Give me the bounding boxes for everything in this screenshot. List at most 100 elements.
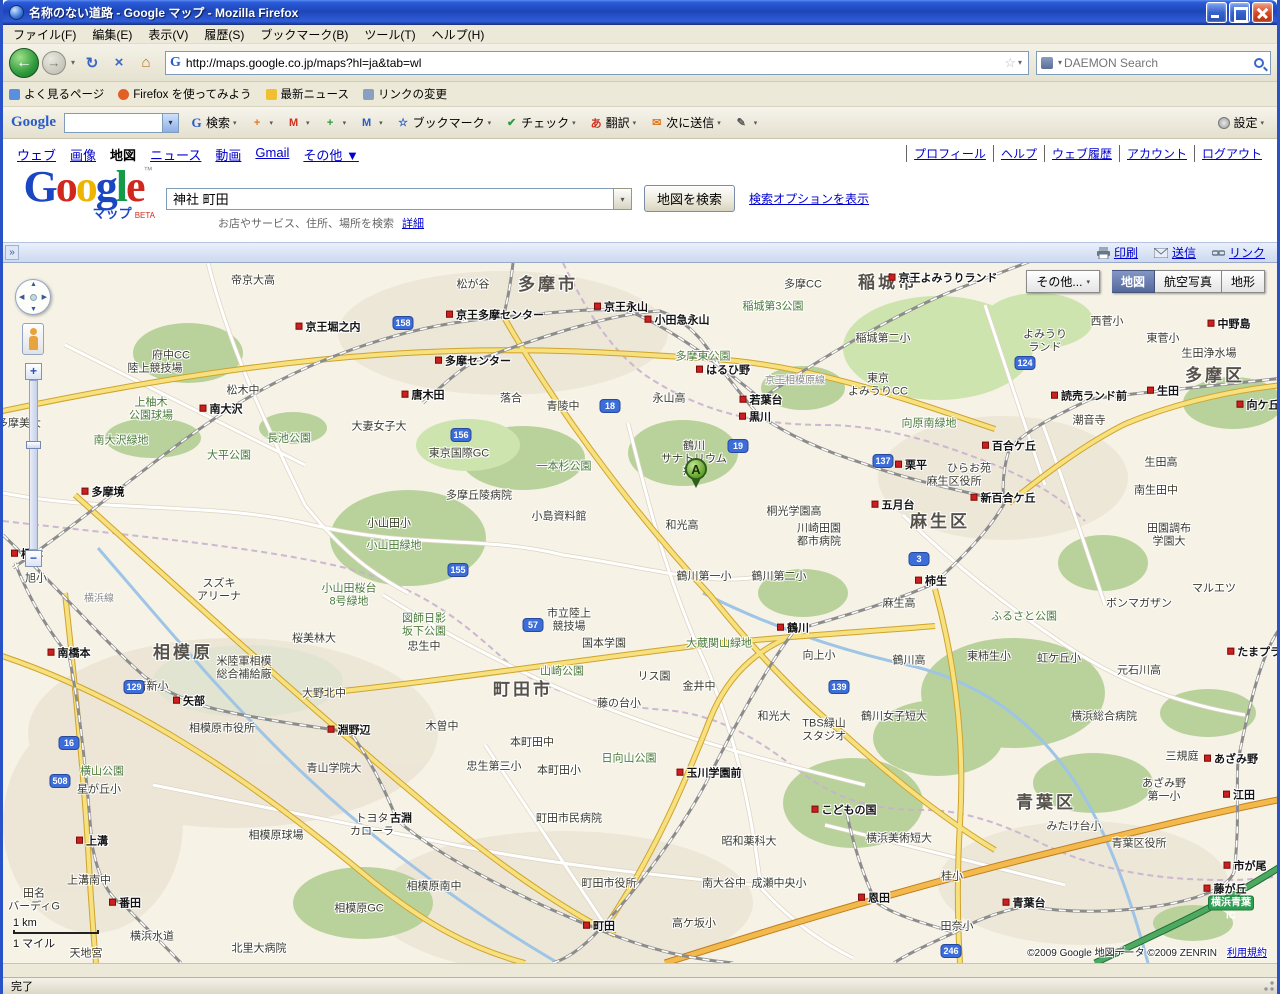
search-history-dropdown-icon[interactable]: ▾ [614,187,632,210]
map-action-bar: » 印刷 送信 リンク [3,242,1277,263]
account-link[interactable]: プロフィール [906,145,993,162]
browser-search-box: ▾ [1036,50,1271,75]
toolbar-button-icon: M [361,116,372,129]
minimize-button[interactable] [1206,2,1227,23]
scale-miles: 1 マイル [13,938,56,950]
more-layers-button[interactable]: その他... ▾ [1026,270,1100,293]
account-link[interactable]: アカウント [1118,145,1194,162]
pan-left-icon[interactable]: ◀ [19,293,24,301]
page-header: ウェブ 画像 地図 ニュース 動画 Gmail その他 ▼ プロフィール ヘルプ ウェブ履歴 アカ… [3,139,1277,242]
close-button[interactable] [1252,2,1273,23]
menu-item[interactable]: ツール(T) [356,24,423,45]
bookmark-label: リンクの変更 [377,89,447,101]
service-link[interactable]: ニュース [150,145,201,164]
scale-km: 1 km [13,917,37,929]
menu-item[interactable]: ヘルプ(H) [424,24,493,45]
service-link[interactable]: Gmail [255,145,289,164]
envelope-icon [1153,247,1168,258]
terrain-view-button[interactable]: 地形 [1221,270,1265,293]
print-link[interactable]: 印刷 [1096,244,1138,261]
engine-dropdown-icon[interactable]: ▾ [1056,58,1064,67]
zoom-out-button[interactable]: − [25,550,42,567]
toolbar-button[interactable]: あ 翻訳 ▾ [585,111,642,134]
map-view-button[interactable]: 地図 [1111,270,1155,293]
chain-icon [1211,249,1225,256]
map-type-controls: その他... ▾ 地図 航空写真 地形 [1026,270,1265,293]
url-dropdown-icon[interactable]: ▾ [1016,58,1024,67]
zoom-in-button[interactable]: + [25,363,42,380]
search-maps-button[interactable]: 地図を検索 [644,185,736,212]
map-canvas[interactable]: 多摩市稲城市多摩区麻生区町田市青葉区相模原橋本多摩境南大沢京王堀之内京王多摩セン… [3,263,1277,963]
zoom-slider-handle[interactable] [26,441,41,449]
pan-control[interactable]: ▲ ▼ ◀ ▶ [15,279,51,315]
search-options-link[interactable]: 検索オプションを表示 [749,190,869,207]
zoom-slider-track[interactable] [26,380,41,550]
search-engine-icon[interactable] [1041,56,1053,69]
service-link[interactable]: その他 ▼ [303,145,358,164]
pan-up-icon[interactable]: ▲ [30,281,37,288]
expand-panel-button[interactable]: » [5,245,19,260]
toolbar-button-icon: あ [590,117,602,130]
maximize-button[interactable] [1229,2,1250,23]
account-link[interactable]: ウェブ履歴 [1043,145,1119,162]
home-button[interactable]: ⌂ [134,51,158,75]
map-marker-a[interactable]: A [685,458,707,488]
bookmark-item[interactable]: よく見るページ [9,86,104,102]
toolbar-button[interactable]: + ▾ [246,114,279,132]
toolbar-button[interactable]: ✉ 次に送信 ▾ [645,111,726,134]
chevron-down-icon: ▾ [342,119,347,127]
url-bar: G ☆ ▾ [165,50,1029,75]
bookmark-icon [265,88,277,100]
search-go-icon[interactable] [1254,57,1264,68]
account-link[interactable]: ログアウト [1193,145,1269,162]
map-scale: 1 km 1 マイル [13,917,99,951]
menu-item[interactable]: 表示(V) [140,24,196,45]
stop-button[interactable]: × [107,51,131,75]
toolbar-button[interactable]: G 検索 ▾ [185,111,242,134]
chevron-down-icon: ▾ [1086,278,1090,286]
satellite-view-button[interactable]: 航空写真 [1154,270,1222,293]
menu-item[interactable]: ファイル(F) [5,24,84,45]
chevron-down-icon: ▾ [487,119,492,127]
toolbar-button[interactable]: + ▾ [319,114,352,132]
scale-bar [13,930,99,934]
bookmark-star-icon[interactable]: ☆ [1004,55,1016,71]
toolbar-button[interactable]: M ▾ [282,114,315,132]
maps-search-input[interactable] [166,187,614,210]
zoom-control: + − [25,363,42,567]
toolbar-settings-button[interactable]: 設定 ▾ [1213,111,1269,134]
toolbar-button[interactable]: ✎ ▾ [730,113,763,132]
resize-grip[interactable] [1263,980,1275,992]
menu-item[interactable]: ブックマーク(B) [252,24,356,45]
link-link[interactable]: リンク [1211,244,1265,261]
terms-link[interactable]: 利用規約 [1227,948,1267,959]
send-link[interactable]: 送信 [1153,244,1196,261]
chevron-down-icon: ▾ [572,119,576,127]
toolbar-search-dropdown-icon[interactable]: ▾ [162,113,178,132]
street-view-pegman[interactable] [22,323,44,355]
menu-item[interactable]: 履歴(S) [196,24,252,45]
browser-search-input[interactable] [1064,55,1254,70]
pan-right-icon[interactable]: ▶ [42,293,47,301]
pan-down-icon[interactable]: ▼ [30,306,37,313]
google-maps-logo: Google™ マップ BETA [19,165,157,222]
toolbar-search-input[interactable]: ▾ [64,112,179,133]
toolbar-button[interactable]: ☆ ブックマーク ▾ [392,111,497,134]
reload-button[interactable]: ↻ [80,51,104,75]
bookmark-item[interactable]: リンクの変更 [362,86,447,102]
printer-icon [1096,246,1110,259]
history-dropdown-icon[interactable]: ▾ [69,58,77,67]
pan-center-icon[interactable] [30,294,37,301]
bookmark-item[interactable]: Firefox を使ってみよう [118,86,252,102]
service-link[interactable]: 動画 [215,145,241,164]
back-button[interactable]: ← [9,47,39,78]
url-input[interactable] [185,55,1005,70]
hint-details-link[interactable]: 詳細 [402,218,424,230]
toolbar-button[interactable]: M ▾ [355,114,388,132]
bookmark-item[interactable]: 最新ニュース [265,86,349,102]
chevron-down-icon: ▾ [269,119,274,127]
account-link[interactable]: ヘルプ [992,145,1044,162]
toolbar-button[interactable]: ✔ チェック ▾ [500,111,581,134]
menu-item[interactable]: 編集(E) [84,24,140,45]
forward-button[interactable]: → [42,50,66,75]
